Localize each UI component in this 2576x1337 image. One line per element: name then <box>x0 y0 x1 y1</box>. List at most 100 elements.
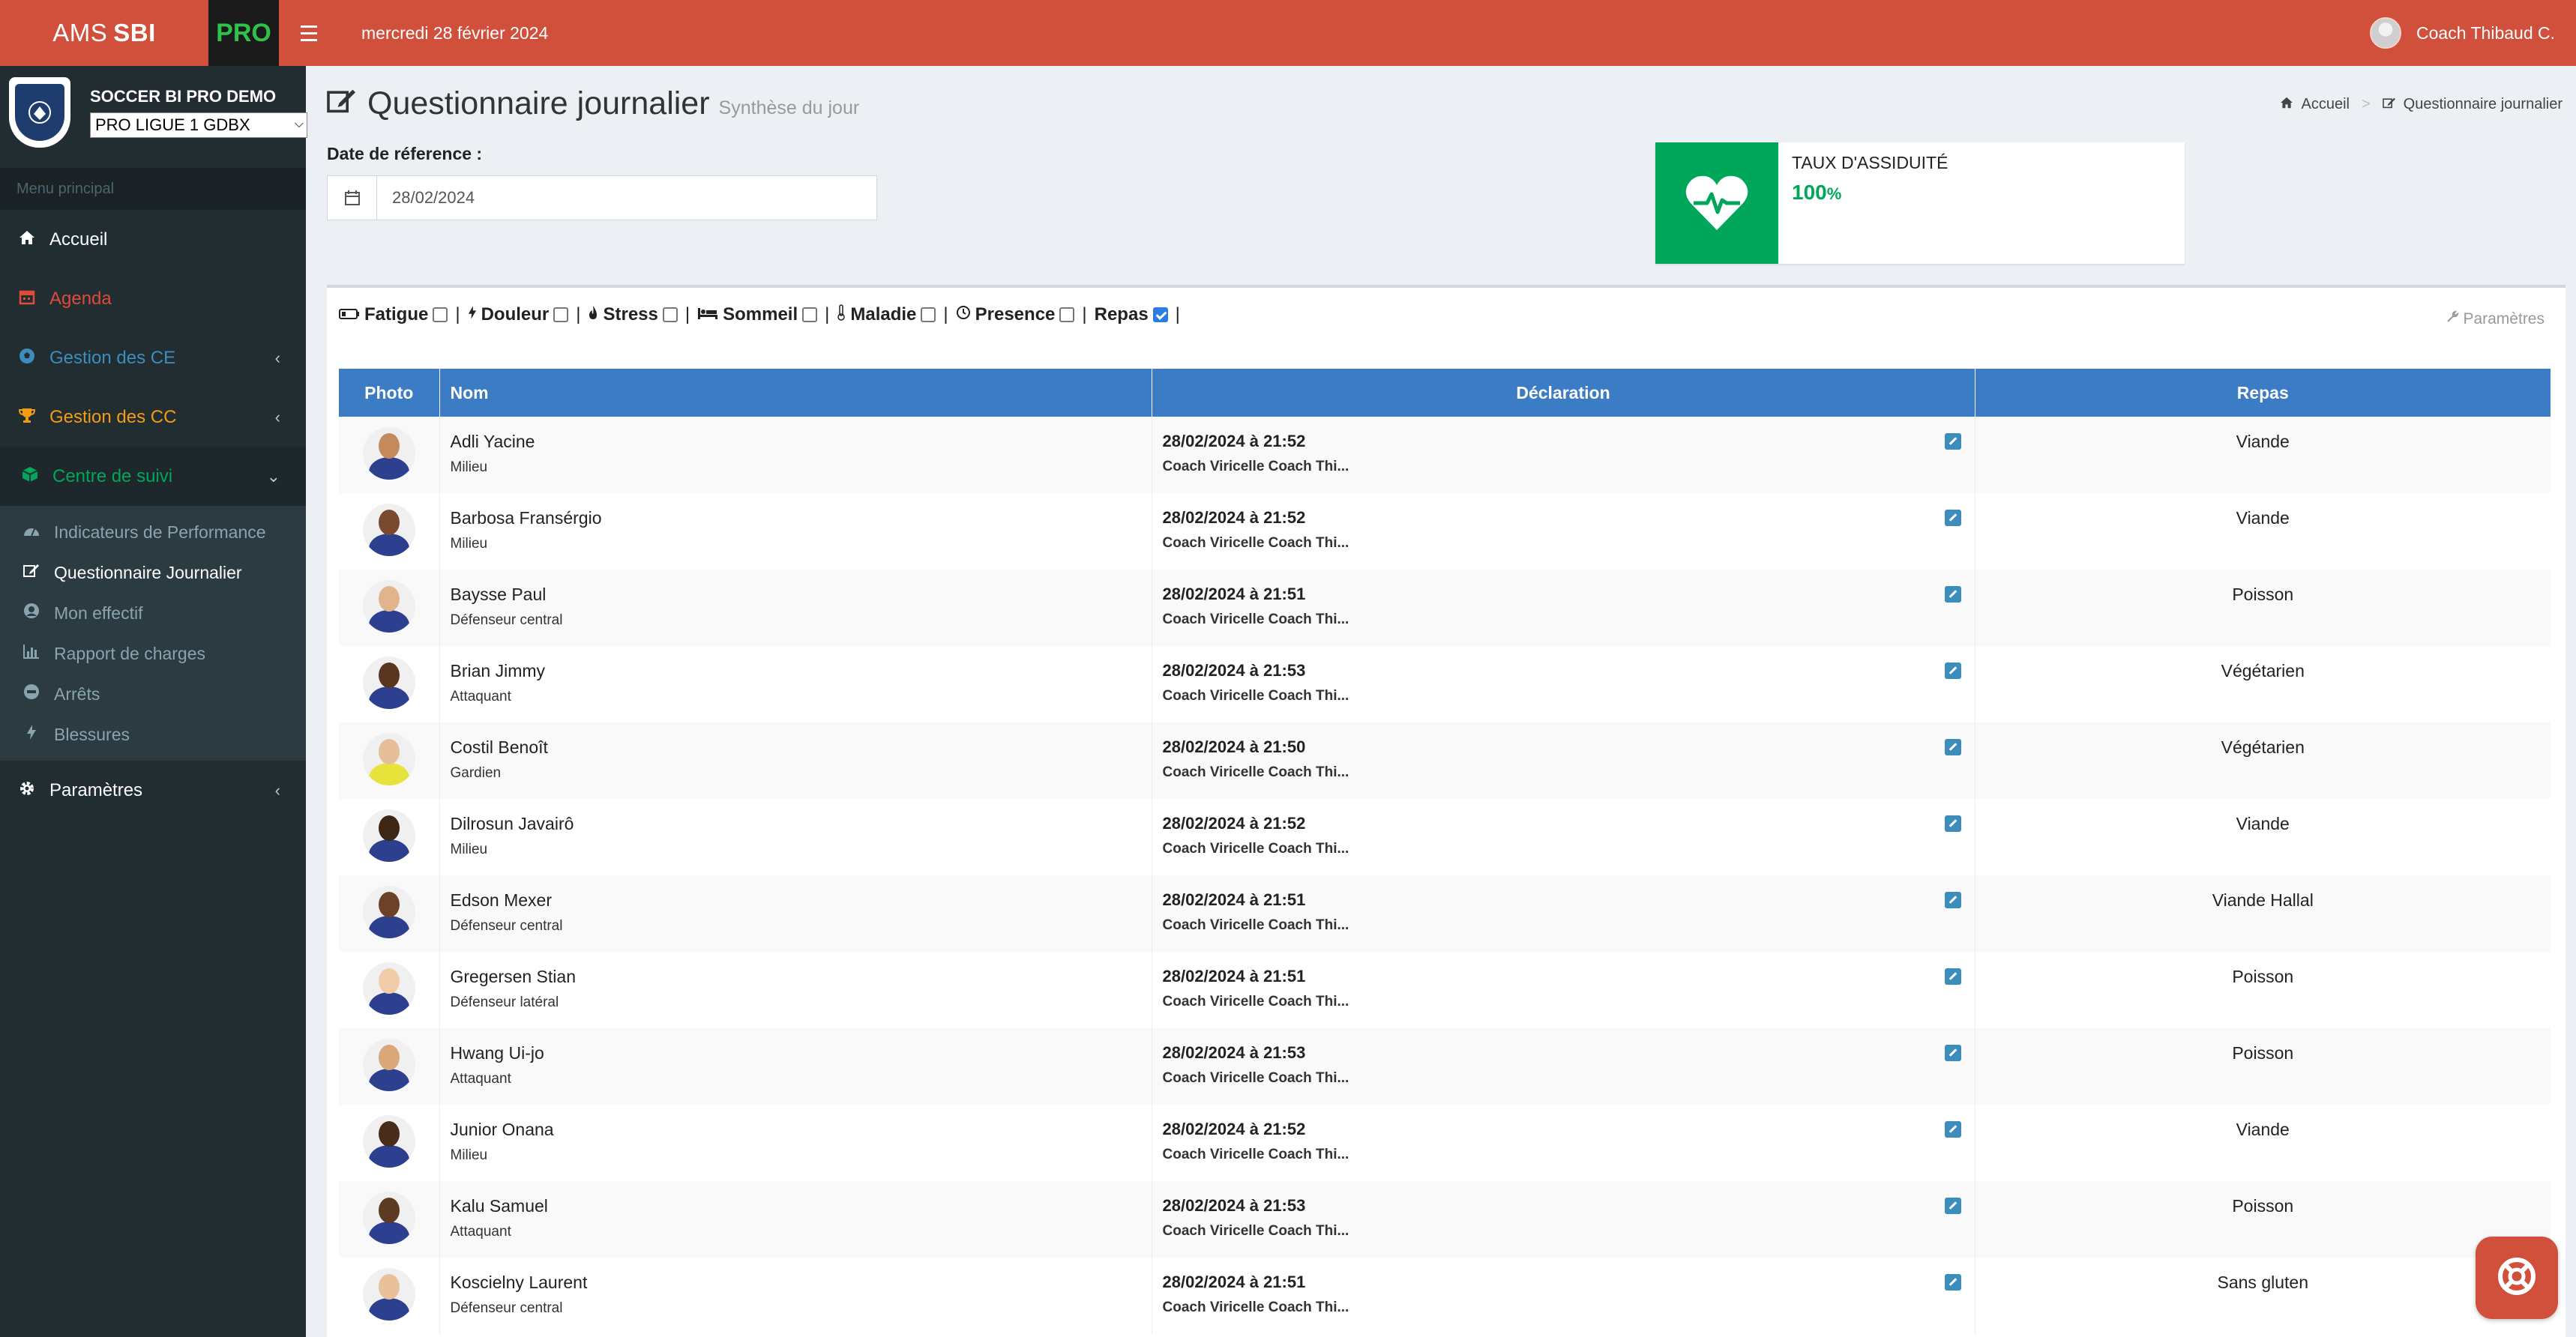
table-row[interactable]: Junior Onana Milieu 28/02/2024 à 21:52 Coac… <box>339 1105 2551 1181</box>
sidebar-item-label: Gestion des CC <box>49 406 177 427</box>
date-input-field[interactable] <box>377 176 876 220</box>
external-link-icon[interactable] <box>1944 739 1961 755</box>
sidebar-item-centre-de-suivi[interactable]: Centre de suivi ⌄ <box>0 447 306 506</box>
external-link-icon[interactable] <box>1944 510 1961 526</box>
bed-icon <box>697 305 718 325</box>
club-panel: SOCCER BI PRO DEMO PRO LIGUE 1 GDBX ⌵ <box>0 66 307 159</box>
hamburger-icon <box>301 23 317 43</box>
filter-maladie-checkbox[interactable] <box>921 307 936 322</box>
user-menu[interactable]: Coach Thibaud C. <box>2370 17 2555 49</box>
table-row[interactable]: Brian Jimmy Attaquant 28/02/2024 à 21:53 Co… <box>339 646 2551 722</box>
external-link-icon[interactable] <box>1944 1045 1961 1061</box>
filter-douleur-checkbox[interactable] <box>553 307 569 322</box>
player-avatar[interactable] <box>362 962 415 1015</box>
table-row[interactable]: Costil Benoît Gardien 28/02/2024 à 21:50 Co… <box>339 722 2551 799</box>
player-name[interactable]: Adli Yacine <box>451 432 1152 452</box>
filter-presence-checkbox[interactable] <box>1059 307 1075 322</box>
player-position: Attaquant <box>450 1071 511 1087</box>
player-avatar[interactable] <box>362 1115 415 1168</box>
table-row[interactable]: Dilrosun Javairô Milieu 28/02/2024 à 21:52… <box>339 799 2551 875</box>
player-avatar[interactable] <box>362 809 415 862</box>
table-row[interactable]: Adli Yacine Milieu 28/02/2024 à 21:52 Coach… <box>339 417 2551 493</box>
filter-stress-checkbox[interactable] <box>662 307 678 322</box>
submenu-item-indicateurs[interactable]: Indicateurs de Performance <box>0 512 306 552</box>
submenu-item-blessures[interactable]: Blessures <box>0 714 306 755</box>
player-name[interactable]: Edson Mexer <box>451 890 1152 911</box>
divider: | <box>1175 304 1180 325</box>
player-name[interactable]: Hwang Ui-jo <box>451 1043 1152 1063</box>
photo-cell <box>339 570 440 646</box>
calendar-icon[interactable] <box>328 176 377 220</box>
player-name[interactable]: Junior Onana <box>451 1120 1152 1140</box>
team-select[interactable]: PRO LIGUE 1 GDBX ⌵ <box>90 112 307 138</box>
external-link-icon[interactable] <box>1944 1121 1961 1138</box>
player-name[interactable]: Dilrosun Javairô <box>451 814 1152 834</box>
table-row[interactable]: Baysse Paul Défenseur central 28/02/2024 à… <box>339 570 2551 646</box>
table-row[interactable]: Kalu Samuel Attaquant 28/02/2024 à 21:53 Co… <box>339 1181 2551 1258</box>
player-avatar[interactable] <box>362 504 415 556</box>
column-header-photo[interactable]: Photo <box>339 369 440 417</box>
column-header-repas[interactable]: Repas <box>1975 369 2551 417</box>
column-header-nom[interactable]: Nom <box>439 369 1152 417</box>
sidebar-item-gestion-ce[interactable]: Gestion des CE ‹ <box>0 328 306 387</box>
player-name[interactable]: Brian Jimmy <box>451 661 1152 681</box>
external-link-icon[interactable] <box>1944 1198 1961 1214</box>
external-link-icon[interactable] <box>1944 1274 1961 1291</box>
player-name[interactable]: Baysse Paul <box>451 585 1152 605</box>
date-picker[interactable] <box>327 175 877 220</box>
breadcrumb-home-link[interactable]: Accueil <box>2301 96 2349 113</box>
table-row[interactable]: Barbosa Fransérgio Milieu 28/02/2024 à 21:… <box>339 493 2551 570</box>
app-logo[interactable]: AMS SBI <box>0 0 208 66</box>
table-row[interactable]: Hwang Ui-jo Attaquant 28/02/2024 à 21:53 Co… <box>339 1028 2551 1105</box>
external-link-icon[interactable] <box>1944 815 1961 832</box>
player-name[interactable]: Costil Benoît <box>451 737 1152 758</box>
player-name[interactable]: Kalu Samuel <box>451 1196 1152 1216</box>
player-avatar[interactable] <box>362 580 415 633</box>
player-avatar[interactable] <box>362 427 415 480</box>
player-avatar[interactable] <box>362 886 415 938</box>
submenu-item-mon-effectif[interactable]: Mon effectif <box>0 593 306 633</box>
filter-repas-checkbox[interactable] <box>1152 307 1168 322</box>
table-row[interactable]: Koscielny Laurent Défenseur central 28/02/… <box>339 1258 2551 1334</box>
sidebar-toggle-button[interactable] <box>279 0 339 66</box>
external-link-icon[interactable] <box>1944 892 1961 908</box>
submenu-item-questionnaire[interactable]: Questionnaire Journalier <box>0 552 306 593</box>
repas-cell: Viande <box>2236 814 2290 833</box>
repas-cell: Sans gluten <box>2217 1273 2308 1292</box>
submenu-item-arrets[interactable]: Arrêts <box>0 674 306 714</box>
player-position: Attaquant <box>450 689 511 704</box>
questionnaire-panel: Fatigue | Douleur | Stress | Sommeil | M… <box>327 285 2566 1337</box>
player-name[interactable]: Barbosa Fransérgio <box>451 508 1152 528</box>
player-avatar[interactable] <box>362 733 415 785</box>
declaration-cell: 28/02/2024 à 21:52 Coach Viricelle Coach … <box>1152 1105 1975 1181</box>
parametres-link[interactable]: Paramètres <box>2446 310 2545 328</box>
divider: | <box>576 304 581 325</box>
sidebar-item-agenda[interactable]: Agenda <box>0 269 306 328</box>
sidebar-item-parametres[interactable]: Paramètres ‹ <box>0 761 306 820</box>
table-row[interactable]: Gregersen Stian Défenseur latéral 28/02/20… <box>339 952 2551 1028</box>
external-link-icon[interactable] <box>1944 663 1961 679</box>
filter-sommeil-checkbox[interactable] <box>802 307 818 322</box>
column-header-declaration[interactable]: Déclaration <box>1152 369 1975 417</box>
declaration-date: 28/02/2024 à 21:50 <box>1162 737 1306 756</box>
player-avatar[interactable] <box>362 1268 415 1321</box>
help-button[interactable] <box>2476 1237 2558 1319</box>
sidebar-item-gestion-cc[interactable]: Gestion des CC ‹ <box>0 387 306 447</box>
player-name[interactable]: Gregersen Stian <box>451 967 1152 987</box>
external-link-icon[interactable] <box>1944 968 1961 985</box>
submenu-item-rapport-charges[interactable]: Rapport de charges <box>0 633 306 674</box>
external-link-icon[interactable] <box>1944 586 1961 603</box>
player-name[interactable]: Koscielny Laurent <box>451 1273 1152 1293</box>
player-avatar[interactable] <box>362 657 415 709</box>
external-link-icon[interactable] <box>1944 433 1961 450</box>
declaration-coach: Coach Viricelle Coach Thi... <box>1162 1223 1349 1239</box>
declaration-coach: Coach Viricelle Coach Thi... <box>1162 994 1349 1009</box>
table-row[interactable]: Edson Mexer Défenseur central 28/02/2024 à… <box>339 875 2551 952</box>
filter-fatigue-checkbox[interactable] <box>433 307 448 322</box>
sidebar-item-label: Agenda <box>49 288 112 309</box>
player-avatar[interactable] <box>362 1039 415 1091</box>
player-avatar[interactable] <box>362 1192 415 1244</box>
sidebar-item-accueil[interactable]: Accueil <box>0 210 306 269</box>
questionnaire-table: Photo Nom Déclaration Repas Adli Yacine M… <box>339 369 2551 1334</box>
filter-fatigue: Fatigue <box>339 304 448 325</box>
